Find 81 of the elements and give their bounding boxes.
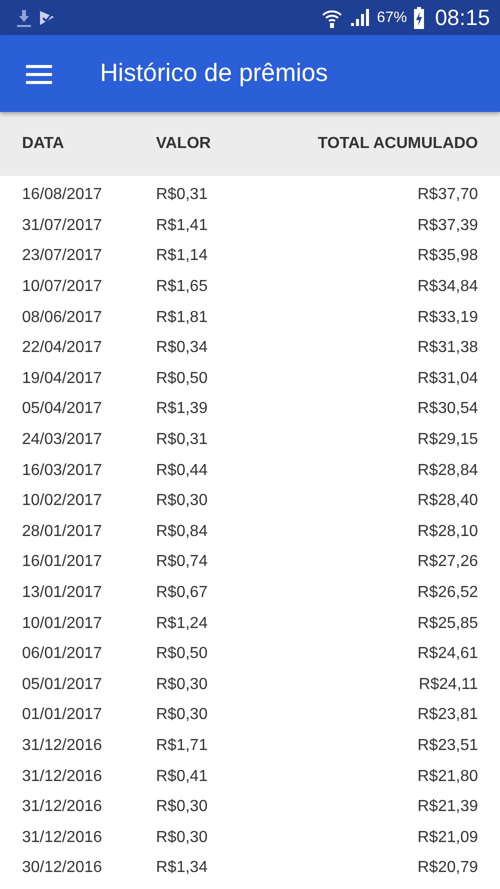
- table-cell-text: 10/02/2017: [22, 492, 104, 510]
- menu-icon: [26, 64, 52, 84]
- battery-charging-icon: [412, 6, 425, 28]
- table-cell-text: 10/01/2017: [22, 614, 104, 633]
- table-cell-text: 13/01/2017: [22, 584, 104, 602]
- screen-title: Histórico de prêmios: [100, 59, 328, 88]
- table-cell-text: R$0,30: [156, 798, 209, 816]
- signal-icon: [348, 8, 371, 28]
- table-cell-text: 08/06/2017: [22, 308, 104, 327]
- table-cell-text: R$30,54: [416, 400, 478, 418]
- table-cell-text: R$25,85: [416, 614, 478, 633]
- table-cell-text: R$1,14: [156, 247, 209, 266]
- table-cell-text: R$31,04: [416, 370, 478, 388]
- table-cell-text: R$24,61: [416, 645, 478, 664]
- table-cell-text: R$0,31: [156, 186, 209, 204]
- table-cell-text: R$20,79: [416, 859, 478, 878]
- clock-time: 08:15: [434, 4, 490, 30]
- table-cell-text: R$28,10: [416, 522, 478, 541]
- table-cell-text: R$0,30: [156, 492, 209, 510]
- table-cell-text: R$28,40: [416, 492, 478, 510]
- table-cell-text: R$0,74: [156, 553, 209, 572]
- table-cell-text: 31/07/2017: [22, 216, 104, 235]
- table-cell-text: R$24,11: [418, 676, 478, 694]
- table-cell-text: 30/12/2016: [22, 859, 104, 878]
- table-cell-text: 16/03/2017: [22, 462, 104, 480]
- table-cell-text: 22/04/2017: [22, 339, 104, 358]
- table-cell-text: R$1,65: [156, 278, 209, 296]
- table-cell-text: R$1,24: [156, 614, 209, 633]
- table-cell-text: R$23,51: [416, 736, 478, 755]
- table-cell-text: R$34,84: [416, 278, 478, 296]
- table-cell-text: R$37,39: [416, 216, 478, 235]
- table-cell-text: R$31,38: [416, 339, 478, 358]
- table-cell-text: 19/04/2017: [22, 370, 104, 388]
- table-cell-text: R$0,30: [156, 706, 209, 724]
- table-cell-text: R$29,15: [416, 431, 478, 450]
- table-cell-text: R$0,41: [156, 768, 209, 786]
- table-cell-text: 31/12/2016: [22, 828, 104, 847]
- table-cell-text: 24/03/2017: [22, 431, 104, 450]
- table-cell-text: 31/12/2016: [22, 736, 104, 755]
- table-cell-text: R$21,09: [416, 828, 478, 847]
- table-cell-text: R$0,34: [156, 339, 209, 358]
- column-header: VALOR: [156, 135, 212, 153]
- table-cell-text: 05/04/2017: [22, 400, 104, 418]
- table-cell-text: 01/01/2017: [22, 706, 104, 724]
- table-cell-text: 28/01/2017: [22, 522, 104, 541]
- table-cell-text: 31/12/2016: [22, 768, 104, 786]
- table-cell-text: R$21,80: [416, 768, 478, 786]
- table-cell-text: 16/01/2017: [22, 553, 104, 572]
- table-cell-text: R$28,84: [416, 462, 478, 480]
- table-cell-text: R$1,39: [156, 400, 209, 418]
- table-cell-text: R$37,70: [416, 186, 478, 204]
- table-cell-text: R$33,19: [416, 308, 478, 327]
- table-cell-text: 06/01/2017: [22, 645, 104, 664]
- table-cell-text: R$21,39: [416, 798, 478, 816]
- table-cell-text: R$23,81: [416, 706, 478, 724]
- table-cell-text: R$0,30: [156, 676, 209, 694]
- table-cell-text: R$0,30: [156, 828, 209, 847]
- table-cell-text: R$0,50: [156, 645, 209, 664]
- table-cell-text: R$0,31: [156, 431, 209, 450]
- table-cell-text: 31/12/2016: [22, 798, 104, 816]
- download-icon: [16, 8, 32, 26]
- table-cell-text: 05/01/2017: [22, 676, 104, 694]
- table-cell-text: R$0,50: [156, 370, 209, 388]
- table-cell-text: R$0,84: [156, 522, 209, 541]
- table-cell-text: R$27,26: [416, 553, 478, 572]
- table-cell-text: 10/07/2017: [22, 278, 104, 296]
- table-cell-text: R$1,81: [156, 308, 209, 327]
- table-cell-text: R$1,71: [156, 736, 209, 755]
- table-cell-text: R$1,34: [156, 859, 209, 878]
- table-cell-text: 16/08/2017: [22, 186, 104, 204]
- table-cell-text: R$0,44: [156, 462, 209, 480]
- table-cell-text: R$1,41: [156, 216, 209, 235]
- table-cell-text: R$26,52: [416, 584, 478, 602]
- table-cell-text: R$0,67: [156, 584, 209, 602]
- menu-button[interactable]: [26, 64, 52, 84]
- column-header: DATA: [22, 135, 66, 153]
- battery-percent: 67%: [376, 9, 407, 26]
- table-cell-text: R$35,98: [416, 247, 478, 266]
- check-flag-icon: [38, 8, 56, 26]
- column-header: TOTAL ACUMULADO: [316, 135, 478, 153]
- table-cell-text: 23/07/2017: [22, 247, 104, 266]
